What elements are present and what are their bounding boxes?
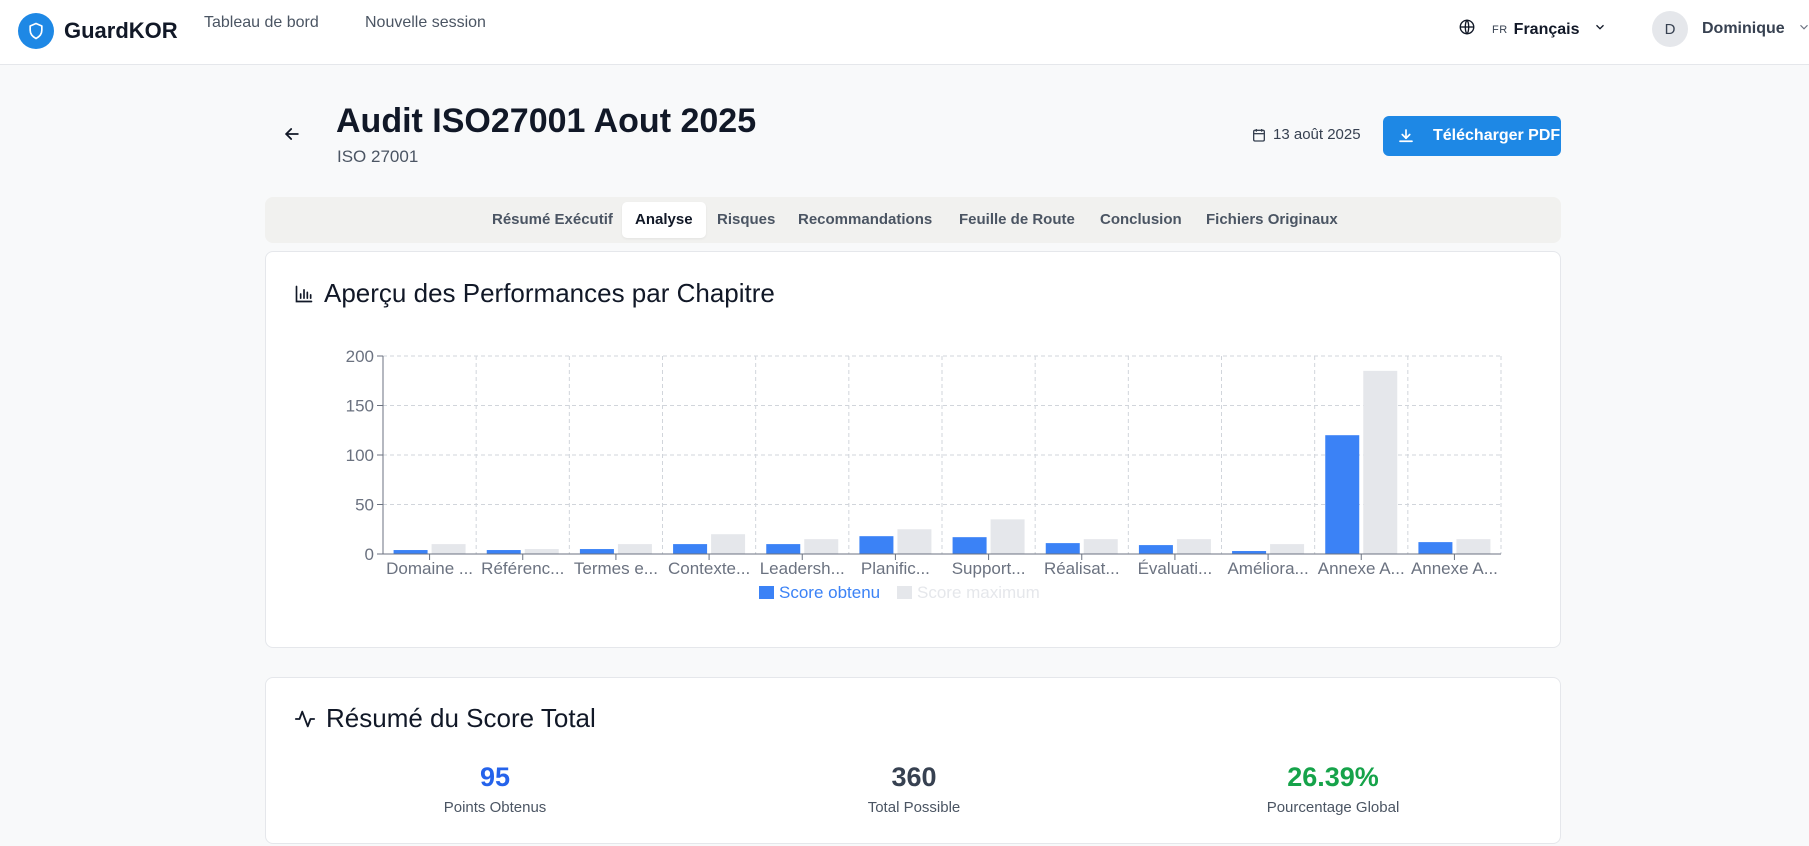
x-tick-label: Améliora... <box>1227 559 1308 578</box>
y-tick-label: 200 <box>346 347 374 366</box>
x-tick-label: Évaluati... <box>1138 559 1213 578</box>
bar-score-obtenu <box>859 536 894 554</box>
stat-total-possible: 360 Total Possible <box>784 762 1044 816</box>
tab-feuille-de-route[interactable]: Feuille de Route <box>946 202 1088 238</box>
bar-score-obtenu <box>952 537 987 554</box>
stat-label: Pourcentage Global <box>1266 799 1400 816</box>
score-card-title: Résumé du Score Total <box>294 703 596 734</box>
activity-icon <box>294 710 316 727</box>
tab-resume-executif[interactable]: Résumé Exécutif <box>479 202 626 238</box>
x-tick-label: Support... <box>952 559 1026 578</box>
bar-score-maximum <box>524 549 559 554</box>
language-name: Français <box>1513 20 1580 38</box>
y-tick-label: 100 <box>346 446 374 465</box>
x-tick-label: Planific... <box>861 559 930 578</box>
tab-analyse[interactable]: Analyse <box>622 202 706 238</box>
bar-score-maximum <box>897 529 932 554</box>
x-tick-label: Contexte... <box>668 559 750 578</box>
tab-recommandations[interactable]: Recommandations <box>785 202 945 238</box>
performance-card: Aperçu des Performances par Chapitre 0 50… <box>265 251 1561 648</box>
chevron-down-icon <box>1797 20 1809 39</box>
bar-score-maximum <box>1083 539 1118 554</box>
x-tick-label: Leadersh... <box>760 559 845 578</box>
bar-score-maximum <box>1270 544 1305 554</box>
app-logo[interactable]: GuardKOR <box>18 13 178 49</box>
bar-score-obtenu <box>1325 435 1360 554</box>
report-tabs: Résumé Exécutif Analyse Risques Recomman… <box>265 197 1561 243</box>
bar-score-maximum <box>1456 539 1491 554</box>
x-tick-label: Domaine ... <box>386 559 473 578</box>
stat-label: Total Possible <box>867 799 961 816</box>
score-summary-card: Résumé du Score Total 95 Points Obtenus … <box>265 677 1561 844</box>
y-tick-label: 150 <box>346 397 374 416</box>
legend-swatch <box>759 586 774 599</box>
x-tick-label: Référenc... <box>481 559 564 578</box>
nav-dashboard-link[interactable]: Tableau de bord <box>204 14 319 32</box>
bar-score-maximum <box>431 544 466 554</box>
legend-label: Score obtenu <box>779 583 880 602</box>
y-tick-label: 50 <box>355 496 374 515</box>
bar-score-maximum <box>711 534 746 554</box>
legend-label: Score maximum <box>917 583 1040 602</box>
bar-score-maximum <box>1363 370 1398 554</box>
bar-score-obtenu <box>1418 542 1453 554</box>
back-arrow-icon[interactable] <box>282 124 302 144</box>
stat-pourcentage-global: 26.39% Pourcentage Global <box>1203 762 1463 816</box>
bar-score-obtenu <box>766 544 801 554</box>
user-name: Dominique <box>1702 20 1785 37</box>
stat-value: 26.39% <box>1287 762 1379 792</box>
bar-score-maximum <box>804 539 839 554</box>
tab-risques[interactable]: Risques <box>704 202 788 238</box>
bar-score-obtenu <box>1045 543 1080 554</box>
tab-conclusion[interactable]: Conclusion <box>1087 202 1195 238</box>
audit-date: 13 août 2025 <box>1251 126 1361 143</box>
bar-score-maximum <box>990 519 1025 554</box>
language-selector[interactable]: FR Français <box>1458 18 1607 41</box>
top-navbar: GuardKOR Tableau de bord Nouvelle sessio… <box>0 0 1809 65</box>
download-pdf-label: Télécharger PDF <box>1433 127 1561 144</box>
page-title: Audit ISO27001 Aout 2025 <box>336 102 757 140</box>
bar-score-obtenu <box>393 550 428 554</box>
shield-logo-icon <box>18 13 54 49</box>
audit-date-text: 13 août 2025 <box>1273 126 1361 143</box>
bar-score-obtenu <box>1138 545 1173 554</box>
performance-bar-chart: 0 50 100 150 200 Domaine ... Référenc... Termes… <box>346 347 1502 602</box>
app-name: GuardKOR <box>64 18 178 43</box>
user-menu[interactable]: D Dominique <box>1652 11 1809 47</box>
x-tick-label: Réalisat... <box>1044 559 1120 578</box>
bar-score-obtenu <box>579 549 614 554</box>
x-tick-label: Annexe A... <box>1318 559 1405 578</box>
stat-value: 95 <box>479 762 511 792</box>
language-code: FR <box>1492 23 1508 36</box>
globe-icon <box>1458 18 1476 41</box>
avatar: D <box>1652 11 1688 47</box>
bar-score-obtenu <box>486 550 521 554</box>
download-icon <box>1399 129 1413 143</box>
bar-score-maximum <box>617 544 652 554</box>
tab-fichiers-originaux[interactable]: Fichiers Originaux <box>1193 202 1351 238</box>
legend-swatch <box>897 586 912 599</box>
y-tick-label: 0 <box>365 545 374 564</box>
page-subtitle: ISO 27001 <box>337 147 419 166</box>
x-tick-label: Annexe A... <box>1411 559 1498 578</box>
stat-points-obtenus: 95 Points Obtenus <box>365 762 625 816</box>
stat-label: Points Obtenus <box>443 799 547 816</box>
nav-new-session-link[interactable]: Nouvelle session <box>365 14 486 32</box>
download-pdf-button[interactable]: Télécharger PDF <box>1383 116 1561 156</box>
bar-score-maximum <box>1176 539 1211 554</box>
x-tick-label: Termes e... <box>574 559 658 578</box>
bar-score-obtenu <box>673 544 708 554</box>
stat-value: 360 <box>891 762 937 792</box>
chevron-down-icon <box>1593 20 1607 39</box>
calendar-icon <box>1253 128 1265 142</box>
